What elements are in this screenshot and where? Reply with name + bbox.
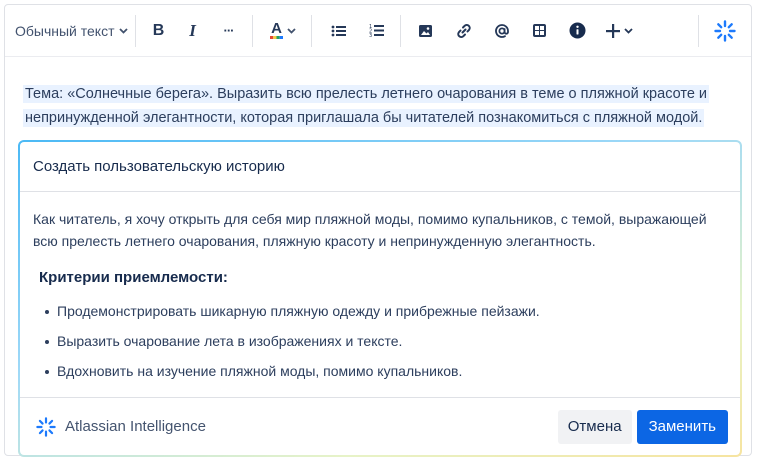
insert-more-button[interactable] (597, 15, 641, 47)
atlassian-intelligence-icon (36, 416, 56, 437)
more-icon: ··· (223, 23, 235, 38)
insert-link-button[interactable] (445, 15, 483, 47)
cancel-button[interactable]: Отмена (557, 409, 632, 444)
replace-button[interactable]: Заменить (636, 409, 728, 444)
chevron-down-icon (623, 27, 633, 35)
ai-suggestion-panel: Создать пользовательскую историю Как чит… (18, 140, 742, 457)
atlassian-intelligence-button[interactable] (699, 15, 751, 47)
list-item: Вдохновить на изучение пляжной моды, пом… (33, 361, 728, 391)
bold-button[interactable]: B (142, 15, 176, 47)
text-style-dropdown[interactable]: Обычный текст (5, 15, 135, 47)
text-color-button[interactable]: A (263, 15, 303, 47)
text-style-label: Обычный текст (15, 22, 115, 39)
mention-icon (494, 23, 510, 39)
numbered-list-icon: 123 (369, 23, 385, 38)
image-icon (418, 24, 433, 38)
user-story-description: Как читатель, я хочу открыть для себя ми… (33, 211, 707, 249)
italic-button[interactable]: I (176, 15, 210, 47)
ai-panel-body[interactable]: Как читатель, я хочу открыть для себя ми… (20, 192, 740, 397)
list-item: Продемонстрировать шикарную пляжную одеж… (33, 301, 728, 331)
list-item: Выразить очарование лета в изображениях … (33, 331, 728, 361)
text-color-icon: A (270, 20, 284, 39)
mention-button[interactable] (483, 15, 521, 47)
table-icon (532, 23, 547, 38)
chevron-down-icon (118, 27, 128, 35)
ai-brand-label: Atlassian Intelligence (65, 418, 206, 435)
numbered-list-button[interactable]: 123 (358, 15, 396, 47)
selected-text-content: Тема: «Солнечные берега». Выразить всю п… (23, 85, 710, 127)
link-icon (456, 23, 472, 39)
more-formatting-button[interactable]: ··· (210, 15, 248, 47)
ai-brand: Atlassian Intelligence (36, 416, 558, 437)
editor-frame: Обычный текст B I ··· A 1 2 3 Тема: «Сол… (4, 4, 752, 457)
ai-panel-footer: Atlassian Intelligence Отмена Заменить (20, 397, 740, 455)
criteria-list: Продемонстрировать шикарную пляжную одеж… (33, 301, 728, 391)
insert-table-button[interactable] (521, 15, 559, 47)
info-icon (569, 22, 586, 39)
chevron-down-icon (287, 27, 296, 35)
bullet-list-button[interactable] (320, 15, 358, 47)
insert-image-button[interactable] (407, 15, 445, 47)
bullet-list-icon (331, 24, 347, 38)
editor-toolbar: Обычный текст B I ··· A 1 2 3 (5, 5, 751, 57)
atlassian-intelligence-icon (714, 19, 736, 42)
plus-icon (605, 23, 620, 38)
svg-text:3: 3 (369, 33, 372, 38)
ai-panel-title: Создать пользовательскую историю (20, 142, 740, 192)
selected-text[interactable]: Тема: «Солнечные берега». Выразить всю п… (23, 82, 733, 130)
criteria-heading: Критерии приемлемости: (39, 269, 228, 286)
ai-panel-content: Создать пользовательскую историю Как чит… (20, 142, 740, 455)
info-panel-button[interactable] (559, 15, 597, 47)
